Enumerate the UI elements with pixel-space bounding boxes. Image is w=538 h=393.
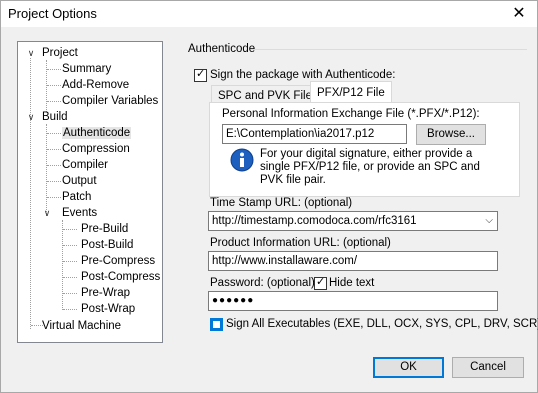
tree-item-label: Pre-Wrap bbox=[81, 287, 130, 299]
tree-item-label: Compiler bbox=[62, 159, 109, 171]
chevron-down-icon[interactable]: ∨ bbox=[26, 45, 36, 61]
pfx-path-input[interactable]: E:\Contemplation\ia2017.p12 bbox=[222, 124, 407, 144]
chevron-down-icon[interactable]: ⌵ bbox=[485, 212, 493, 230]
sign-package-label[interactable]: Sign the package with Authenticode: bbox=[210, 69, 395, 81]
tree-item-label: Virtual Machine bbox=[42, 320, 122, 332]
tree-item-label: Pre-Compress bbox=[81, 255, 156, 267]
tree-item-authenticode[interactable]: Authenticode bbox=[62, 125, 132, 141]
tree-item-label: Add-Remove bbox=[62, 79, 130, 91]
timestamp-label: Time Stamp URL: (optional) bbox=[210, 197, 353, 209]
group-divider bbox=[251, 49, 527, 50]
tree-item-label: Patch bbox=[62, 191, 92, 203]
sign-all-executables-label[interactable]: Sign All Executables (EXE, DLL, OCX, SYS… bbox=[226, 318, 538, 330]
tree-item-post-wrap[interactable]: Post-Wrap bbox=[81, 301, 135, 317]
tree-item-label: Post-Wrap bbox=[81, 303, 136, 315]
tab-pfx-p12-file[interactable]: PFX/P12 File bbox=[310, 81, 392, 104]
tree-item-compiler[interactable]: Compiler bbox=[62, 157, 108, 173]
tab-label: PFX/P12 File bbox=[317, 87, 385, 99]
options-tree: ∨ Project Summary Add-Remove Compiler Va… bbox=[17, 41, 163, 343]
tree-item-events[interactable]: Events bbox=[62, 205, 97, 221]
hide-text-label[interactable]: Hide text bbox=[329, 277, 374, 289]
browse-button[interactable]: Browse... bbox=[416, 124, 486, 145]
tree-item-output[interactable]: Output bbox=[62, 173, 97, 189]
info-message: For your digital signature, either provi… bbox=[260, 148, 480, 186]
chevron-down-icon[interactable]: ∨ bbox=[26, 109, 36, 125]
timestamp-value: http://timestamp.comodoca.com/rfc3161 bbox=[212, 215, 417, 227]
product-url-label: Product Information URL: (optional) bbox=[210, 237, 391, 249]
title-bar: Project Options ✕ bbox=[1, 1, 537, 27]
chevron-down-icon[interactable]: ∨ bbox=[42, 205, 52, 221]
tree-item-label: Project bbox=[42, 47, 78, 59]
tree-item-label: Post-Build bbox=[81, 239, 134, 251]
password-label: Password: (optional) bbox=[210, 277, 315, 289]
checkmark-icon: ✓ bbox=[196, 68, 206, 80]
tree-item-label: Pre-Build bbox=[81, 223, 129, 235]
tree-item-label: Post-Compress bbox=[81, 271, 161, 283]
tree-item-label: Compiler Variables bbox=[62, 95, 159, 107]
tree-item-label: Summary bbox=[62, 63, 112, 75]
tree-item-summary[interactable]: Summary bbox=[62, 61, 111, 77]
tree-item-label: Build bbox=[42, 111, 68, 123]
project-options-dialog: Project Options ✕ ∨ Project Summary Add-… bbox=[0, 0, 538, 393]
product-url-input[interactable]: http://www.installaware.com/ bbox=[208, 251, 498, 271]
tree-item-build[interactable]: Build bbox=[42, 109, 68, 125]
tree-item-virtual-machine[interactable]: Virtual Machine bbox=[42, 318, 121, 334]
tree-item-label: Output bbox=[62, 175, 97, 187]
tree-item-pre-wrap[interactable]: Pre-Wrap bbox=[81, 285, 130, 301]
password-input[interactable]: ●●●●●● bbox=[208, 291, 498, 311]
cancel-button[interactable]: Cancel bbox=[452, 357, 524, 378]
info-icon bbox=[230, 148, 254, 172]
timestamp-combobox[interactable]: http://timestamp.comodoca.com/rfc3161 ⌵ bbox=[208, 211, 498, 231]
hide-text-checkbox[interactable]: ✓ bbox=[314, 276, 327, 290]
group-label: Authenticode bbox=[188, 43, 256, 55]
close-button[interactable]: ✕ bbox=[509, 4, 529, 24]
tree-item-project[interactable]: Project bbox=[42, 45, 78, 61]
tree-item-label: Events bbox=[62, 207, 98, 219]
ok-button[interactable]: OK bbox=[373, 357, 444, 378]
window-title: Project Options bbox=[8, 6, 97, 21]
sign-all-executables-checkbox[interactable] bbox=[210, 318, 223, 331]
tree-item-pre-build[interactable]: Pre-Build bbox=[81, 221, 128, 237]
tree-item-post-compress[interactable]: Post-Compress bbox=[81, 269, 160, 285]
tree-item-patch[interactable]: Patch bbox=[62, 189, 91, 205]
tree-item-post-build[interactable]: Post-Build bbox=[81, 237, 133, 253]
tree-item-label: Compression bbox=[62, 143, 130, 155]
tree-item-compression[interactable]: Compression bbox=[62, 141, 130, 157]
tab-label: SPC and PVK Files bbox=[218, 90, 318, 102]
pfx-tab-panel: Personal Information Exchange File (*.PF… bbox=[209, 102, 520, 197]
tree-item-label: Authenticode bbox=[62, 127, 132, 139]
tree-item-compiler-variables[interactable]: Compiler Variables bbox=[62, 93, 158, 109]
checkmark-icon: ✓ bbox=[316, 276, 326, 288]
pfx-file-label: Personal Information Exchange File (*.PF… bbox=[222, 108, 480, 120]
tree-item-add-remove[interactable]: Add-Remove bbox=[62, 77, 129, 93]
tree-item-pre-compress[interactable]: Pre-Compress bbox=[81, 253, 155, 269]
sign-package-checkbox[interactable]: ✓ bbox=[194, 68, 207, 82]
